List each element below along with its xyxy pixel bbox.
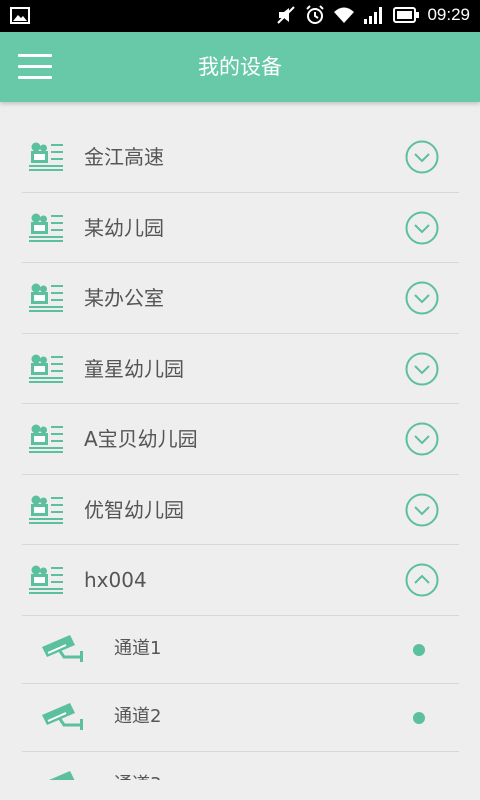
device-camera-list-icon (28, 423, 64, 459)
battery-icon (393, 7, 420, 23)
device-camera-list-icon (28, 494, 64, 530)
channel-name: 通道2 (114, 705, 162, 727)
device-row[interactable]: A宝贝幼儿园 (22, 404, 459, 475)
app-bar: 我的设备 (0, 32, 480, 102)
device-name: 优智幼儿园 (84, 497, 184, 522)
mute-icon (275, 5, 297, 25)
device-name: A宝贝幼儿园 (84, 427, 198, 451)
chevron-down-icon[interactable] (405, 211, 439, 245)
status-time: 09:29 (427, 5, 470, 24)
device-camera-list-icon (28, 282, 64, 318)
device-camera-list-icon (28, 353, 64, 389)
device-name: 金江高速 (84, 145, 164, 169)
device-name: hx004 (84, 568, 147, 592)
signal-icon (363, 6, 385, 24)
channel-row[interactable]: 通道2 (22, 684, 459, 752)
device-camera-list-icon (28, 564, 64, 600)
chevron-down-icon[interactable] (405, 422, 439, 456)
chevron-down-icon[interactable] (405, 352, 439, 386)
hamburger-menu-icon[interactable] (18, 52, 54, 82)
channel-row[interactable]: 通道1 (22, 616, 459, 684)
chevron-up-icon[interactable] (405, 563, 439, 597)
device-row[interactable]: 童星幼儿园 (22, 334, 459, 404)
cctv-camera-icon (40, 769, 88, 780)
alarm-icon (305, 5, 325, 25)
device-camera-list-icon (28, 212, 64, 248)
online-status-dot (413, 711, 425, 724)
status-bar: 09:29 (0, 0, 480, 32)
online-status-dot (413, 779, 425, 780)
image-notification-icon (10, 7, 30, 24)
chevron-down-icon[interactable] (405, 281, 439, 315)
device-row[interactable]: 金江高速 (22, 122, 459, 193)
device-list: 金江高速 某幼儿园 某办公室 童星幼儿园 A宝贝幼儿园 优智幼儿园 hx004 … (22, 122, 459, 780)
wifi-icon (333, 6, 355, 24)
page-title: 我的设备 (198, 55, 282, 79)
device-name: 童星幼儿园 (84, 356, 184, 381)
device-row-expanded[interactable]: hx004 (22, 545, 459, 616)
cctv-camera-icon (40, 701, 88, 735)
channel-name: 通道3 (114, 752, 161, 781)
device-row[interactable]: 某幼儿园 (22, 193, 459, 263)
device-row[interactable]: 优智幼儿园 (22, 475, 459, 545)
channel-row[interactable]: 通道3 (22, 752, 459, 781)
cctv-camera-icon (40, 633, 88, 667)
device-name: 某办公室 (84, 286, 164, 310)
chevron-down-icon[interactable] (405, 493, 439, 527)
channel-name: 通道1 (114, 637, 162, 659)
device-row[interactable]: 某办公室 (22, 263, 459, 334)
device-camera-list-icon (28, 141, 64, 177)
device-name: 某幼儿园 (84, 215, 164, 240)
online-status-dot (413, 643, 425, 656)
chevron-down-icon[interactable] (405, 140, 439, 174)
